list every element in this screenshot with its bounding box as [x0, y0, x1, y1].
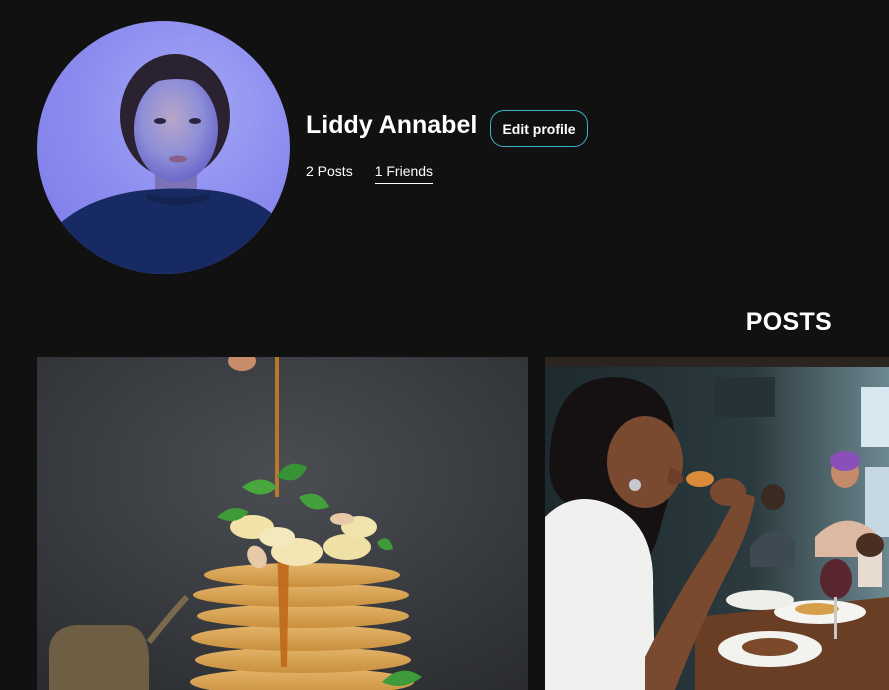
- profile-stats: 2 Posts 1 Friends: [306, 162, 434, 184]
- edit-profile-button[interactable]: Edit profile: [490, 110, 588, 147]
- friends-count-link[interactable]: 1 Friends: [374, 162, 434, 184]
- post-thumbnail-pancakes[interactable]: [37, 357, 528, 690]
- profile-name: Liddy Annabel: [306, 111, 478, 139]
- profile-page: Liddy Annabel Edit profile 2 Posts 1 Fri…: [0, 0, 889, 690]
- avatar[interactable]: [37, 21, 290, 274]
- posts-section-title: POSTS: [745, 308, 832, 336]
- posts-count-link[interactable]: 2 Posts: [306, 162, 353, 184]
- post-thumbnail-restaurant[interactable]: [545, 357, 889, 690]
